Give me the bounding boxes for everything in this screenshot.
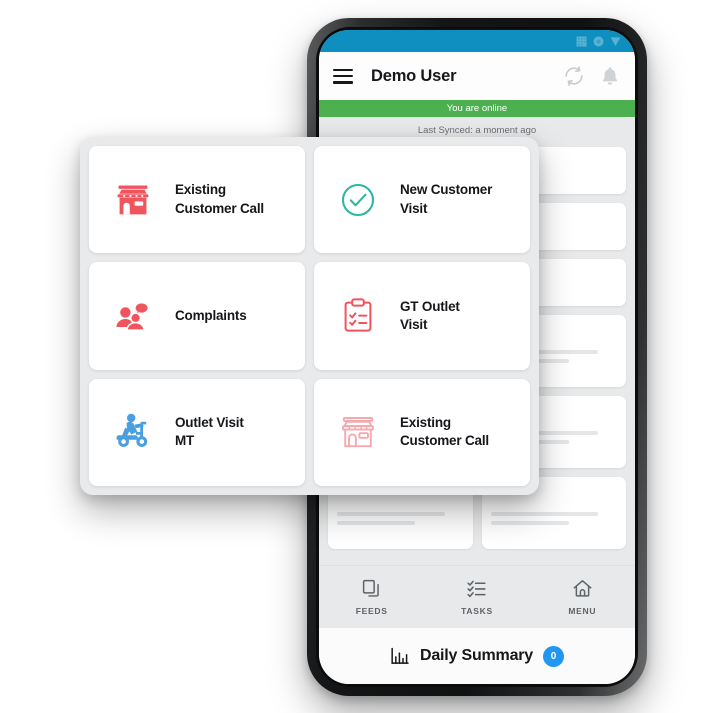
store-filled-icon (111, 180, 155, 220)
battery-icon (610, 36, 621, 46)
action-card-label: Existing Customer Call (400, 415, 489, 449)
action-card-existing-customer-call[interactable]: Existing Customer Call (89, 146, 305, 254)
tab-menu-label: MENU (568, 606, 597, 616)
tab-tasks[interactable]: TASKS (424, 578, 529, 616)
tab-feeds[interactable]: FEEDS (319, 578, 424, 616)
store-outline-icon (336, 412, 380, 452)
copy-icon (363, 579, 379, 597)
online-status-banner: You are online (319, 100, 635, 117)
wifi-icon (593, 36, 604, 46)
action-card-gt-outlet-visit[interactable]: GT Outlet Visit (314, 262, 530, 370)
feed-placeholder-line (337, 512, 445, 516)
action-grid-panel: Existing Customer Call New Customer Visi… (80, 137, 539, 495)
status-bar (319, 30, 635, 52)
bell-icon[interactable] (599, 65, 621, 87)
check-circle-icon (336, 180, 380, 220)
page-title: Demo User (371, 66, 457, 85)
feed-placeholder-line (337, 521, 416, 525)
scooter-rider-icon (111, 411, 155, 453)
daily-summary-title: Daily Summary (419, 647, 533, 664)
tab-tasks-label: TASKS (461, 606, 493, 616)
feed-placeholder-line (490, 512, 599, 516)
daily-summary-badge: 0 (543, 645, 564, 667)
bottom-tab-bar: FEEDS TASKS MENU (319, 565, 635, 628)
tab-feeds-label: FEEDS (355, 606, 388, 616)
action-card-complaints[interactable]: Complaints (89, 262, 305, 370)
action-card-label: GT Outlet Visit (400, 298, 460, 332)
app-header: Demo User (319, 52, 635, 100)
daily-summary-bar[interactable]: Daily Summary 0 (319, 628, 635, 684)
action-card-label: Complaints (175, 307, 247, 323)
action-card-existing-customer-call-outline[interactable]: Existing Customer Call (314, 378, 530, 486)
action-card-new-customer-visit[interactable]: New Customer Visit (314, 146, 530, 254)
action-card-label: Existing Customer Call (175, 182, 264, 216)
hamburger-menu-icon[interactable] (333, 68, 353, 84)
checklist-icon (467, 580, 487, 598)
action-card-label: New Customer Visit (400, 182, 493, 216)
people-group-icon (111, 296, 155, 336)
bar-chart-icon (391, 647, 409, 664)
action-card-outlet-visit-mt[interactable]: Outlet Visit MT (89, 378, 305, 486)
home-icon (573, 580, 592, 597)
clipboard-check-icon (336, 296, 380, 336)
signal-icon (576, 36, 587, 46)
tab-menu[interactable]: MENU (530, 578, 635, 616)
action-card-label: Outlet Visit MT (175, 415, 244, 449)
sync-icon[interactable] (563, 65, 585, 87)
feed-placeholder-line (490, 521, 569, 525)
